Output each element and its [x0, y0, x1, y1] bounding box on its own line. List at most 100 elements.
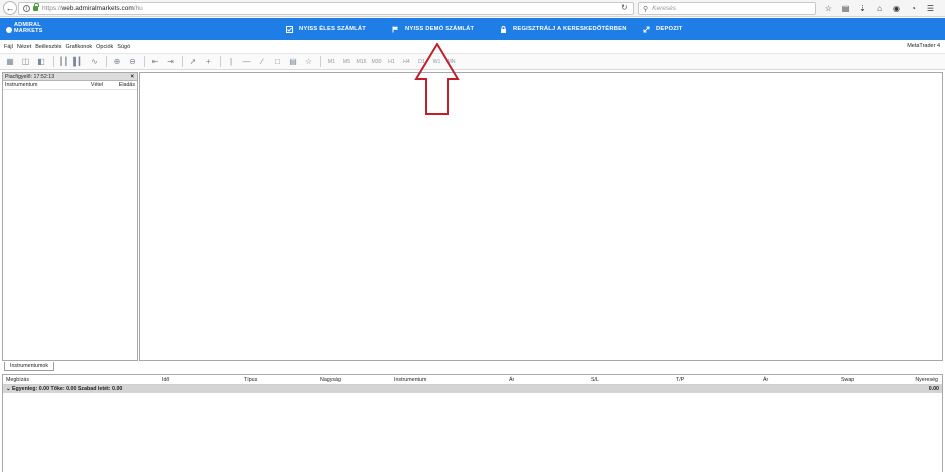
app-name-label: MetaTrader 4: [907, 43, 940, 49]
timeframe-m30[interactable]: M30: [369, 55, 384, 68]
addon-icon[interactable]: ◔: [905, 2, 922, 15]
terminal-panel: Megbízás Idő Típus Nagyság Instrumentum …: [2, 374, 943, 472]
logo-mark-icon: [6, 27, 12, 33]
terminal-header: Megbízás Idő Típus Nagyság Instrumentum …: [3, 375, 942, 385]
menu-view[interactable]: Nézet: [17, 44, 31, 50]
zoom-out-icon[interactable]: ⊖: [126, 55, 140, 68]
search-icon: ⚲: [643, 5, 649, 13]
nav-open-live-account[interactable]: NYISS ÉLES SZÁMLÁT: [286, 18, 366, 40]
browser-action-icons: ☆ ▤ ⇣ ⌂ ◉ ◔ ☰: [820, 2, 939, 15]
toolbar-divider: [220, 56, 221, 67]
chevron-down-icon: ⌄: [6, 386, 11, 392]
timeframe-m1[interactable]: M1: [324, 55, 339, 68]
profiles-icon[interactable]: ◫: [19, 55, 33, 68]
up-arrow-annotation-icon: [414, 43, 460, 115]
chart-workspace[interactable]: [139, 72, 943, 361]
menu-insert[interactable]: Beillesztés: [35, 44, 61, 50]
menu-file[interactable]: Fájl: [4, 44, 13, 50]
chart-toolbar: ▦ ◫ ◧ ┃┃ ▌▎ ∿ ⊕ ⊖ ⇤ ⇥ ➚ + | — ∕ □ ▤ ☆ M1…: [0, 53, 945, 70]
url-host: web.admiralmarkets.com: [61, 5, 134, 12]
column-type[interactable]: Típus: [244, 377, 257, 383]
market-watch-title-bar: Piacfigyelő: 17:52:13 ×: [3, 73, 137, 81]
zoom-in-icon[interactable]: ⊕: [110, 55, 124, 68]
pocket-icon[interactable]: ◉: [888, 2, 905, 15]
column-sl[interactable]: S/L: [591, 377, 599, 383]
auto-scroll-icon[interactable]: ⇥: [164, 55, 178, 68]
column-symbol[interactable]: Instrumentum: [394, 377, 426, 383]
bookmark-star-icon[interactable]: ☆: [820, 2, 837, 15]
info-icon[interactable]: i: [23, 5, 30, 12]
column-instrument[interactable]: Instrumentum: [3, 82, 77, 88]
search-placeholder: Keresés: [652, 5, 676, 12]
templates-icon[interactable]: ◧: [34, 55, 48, 68]
flag-icon: [392, 26, 399, 33]
back-button[interactable]: ←: [3, 1, 17, 15]
nav-label: REGISZTRÁLJ A KERESKEDŐTÉRBEN: [513, 26, 627, 32]
crosshair-icon[interactable]: +: [202, 55, 216, 68]
browser-search-input[interactable]: ⚲ Keresés: [638, 2, 816, 15]
address-bar[interactable]: i https://web.admiralmarkets.com/hu: [18, 2, 634, 15]
menu-options[interactable]: Opciók: [96, 44, 113, 50]
app-menu-bar: Fájl Nézet Beillesztés Grafikonok Opciók…: [0, 41, 945, 52]
market-watch-panel: Piacfigyelő: 17:52:13 × Instrumentum Vét…: [2, 72, 138, 361]
column-time[interactable]: Idő: [162, 377, 169, 383]
text-label-icon[interactable]: □: [271, 55, 285, 68]
toolbar-divider: [144, 56, 145, 67]
trendline-icon[interactable]: ∕: [255, 55, 269, 68]
column-order[interactable]: Megbízás: [6, 377, 29, 383]
timeframe-m5[interactable]: M5: [339, 55, 354, 68]
line-chart-icon[interactable]: ∿: [88, 55, 102, 68]
equidistant-channel-icon[interactable]: ▤: [286, 55, 300, 68]
home-icon[interactable]: ⌂: [871, 2, 888, 15]
reload-icon[interactable]: ↻: [621, 3, 628, 12]
balance-summary: Egyenleg: 0.00 Tőke: 0.00 Szabad letét: …: [11, 386, 123, 392]
balance-total: 0.00: [928, 386, 939, 392]
market-watch-tabs: Instrumentumok: [2, 362, 138, 371]
nav-label: DEPOZIT: [656, 26, 683, 32]
shapes-icon[interactable]: ☆: [302, 55, 316, 68]
toolbar-divider: [182, 56, 183, 67]
chart-shift-icon[interactable]: ⇤: [148, 55, 162, 68]
url-protocol: https://: [42, 5, 62, 12]
download-icon[interactable]: ⇣: [854, 2, 871, 15]
logo-line-2: MARKETS: [14, 28, 43, 34]
balance-row: ⌄ Egyenleg: 0.00 Tőke: 0.00 Szabad letét…: [3, 385, 942, 393]
market-watch-title: Piacfigyelő: 17:52:13: [5, 74, 55, 80]
admiral-markets-logo[interactable]: ADMIRAL MARKETS: [6, 22, 43, 34]
column-current-price[interactable]: Ár: [763, 377, 768, 383]
timeframe-h4[interactable]: H4: [399, 55, 414, 68]
menu-help[interactable]: Súgó: [117, 44, 130, 50]
site-header: ADMIRAL MARKETS NYISS ÉLES SZÁMLÁT NYISS…: [0, 18, 945, 40]
column-profit[interactable]: Nyereség: [915, 377, 938, 383]
column-bid[interactable]: Vétel: [77, 82, 103, 88]
nav-register-trader-room[interactable]: REGISZTRÁLJ A KERESKEDŐTÉRBEN: [500, 18, 627, 40]
url-path: /hu: [133, 5, 143, 12]
timeframe-m15[interactable]: M15: [354, 55, 369, 68]
nav-label: NYISS DEMÓ SZÁMLÁT: [405, 26, 475, 32]
column-size[interactable]: Nagyság: [320, 377, 341, 383]
lock-icon: [33, 3, 39, 11]
lock-icon: [500, 25, 507, 33]
column-swap[interactable]: Swap: [841, 377, 854, 383]
transfer-arrows-icon: [643, 26, 650, 33]
column-price[interactable]: Ár: [509, 377, 514, 383]
column-tp[interactable]: T/P: [676, 377, 684, 383]
toolbar-divider: [106, 56, 107, 67]
hamburger-menu-icon[interactable]: ☰: [922, 2, 939, 15]
close-icon[interactable]: ×: [130, 73, 134, 81]
new-chart-icon[interactable]: ▦: [3, 55, 17, 68]
menu-charts[interactable]: Grafikonok: [66, 44, 93, 50]
tab-instruments[interactable]: Instrumentumok: [4, 362, 54, 371]
cursor-icon[interactable]: ➚: [186, 55, 200, 68]
column-ask[interactable]: Eladás: [103, 82, 135, 88]
back-arrow-icon: ←: [5, 3, 15, 13]
clipboard-icon[interactable]: ▤: [837, 2, 854, 15]
nav-open-demo-account[interactable]: NYISS DEMÓ SZÁMLÁT: [392, 18, 474, 40]
horizontal-line-icon[interactable]: —: [240, 55, 254, 68]
timeframe-h1[interactable]: H1: [384, 55, 399, 68]
candlestick-icon[interactable]: ▌▎: [72, 55, 86, 68]
bar-chart-icon[interactable]: ┃┃: [57, 55, 71, 68]
vertical-line-icon[interactable]: |: [224, 55, 238, 68]
nav-deposit[interactable]: DEPOZIT: [643, 18, 683, 40]
market-watch-header: Instrumentum Vétel Eladás: [3, 81, 137, 90]
